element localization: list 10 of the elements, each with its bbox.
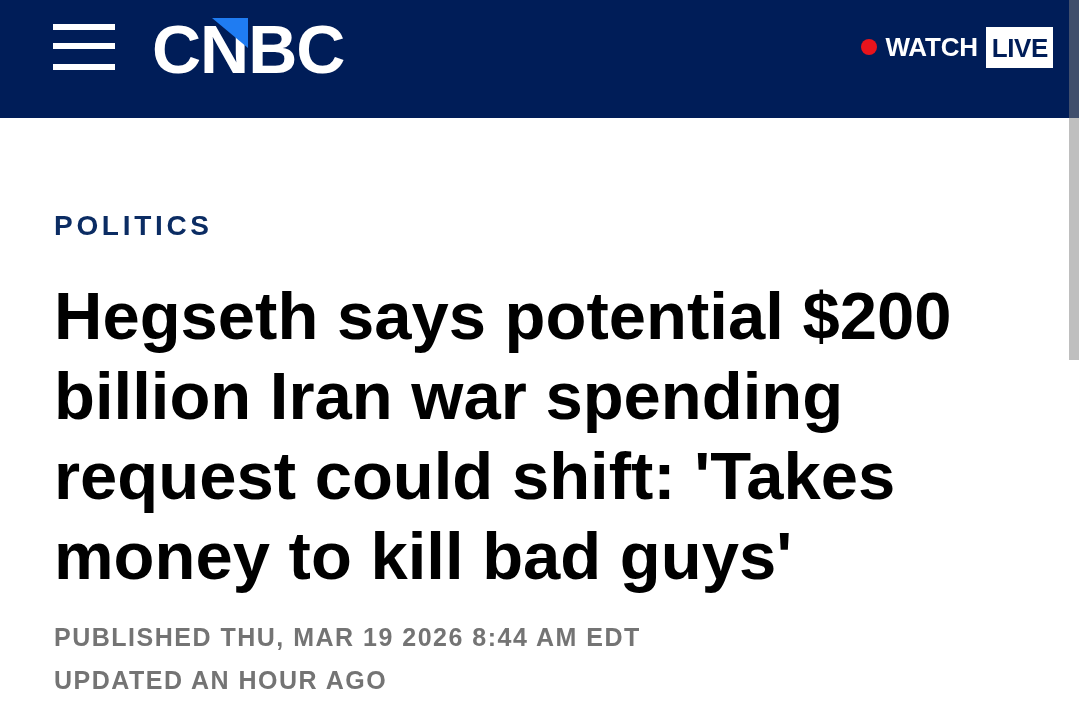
updated-time: UPDATED AN HOUR AGO — [54, 665, 388, 696]
published-date: PUBLISHED THU, MAR 19 2026 8:44 AM EDT — [54, 622, 641, 653]
live-dot-icon — [861, 39, 878, 55]
article-headline: Hegseth says potential $200 billion Iran war spending request could shift: 'Takes money to kill bad guys' — [54, 277, 953, 595]
site-logo[interactable]: CNBC — [152, 15, 345, 83]
menu-icon[interactable] — [53, 24, 115, 70]
scrollbar-thumb[interactable] — [1069, 0, 1079, 360]
section-label[interactable]: POLITICS — [54, 210, 213, 242]
watch-live-link[interactable]: WATCH — [885, 31, 978, 63]
live-badge[interactable]: LIVE — [985, 26, 1053, 68]
